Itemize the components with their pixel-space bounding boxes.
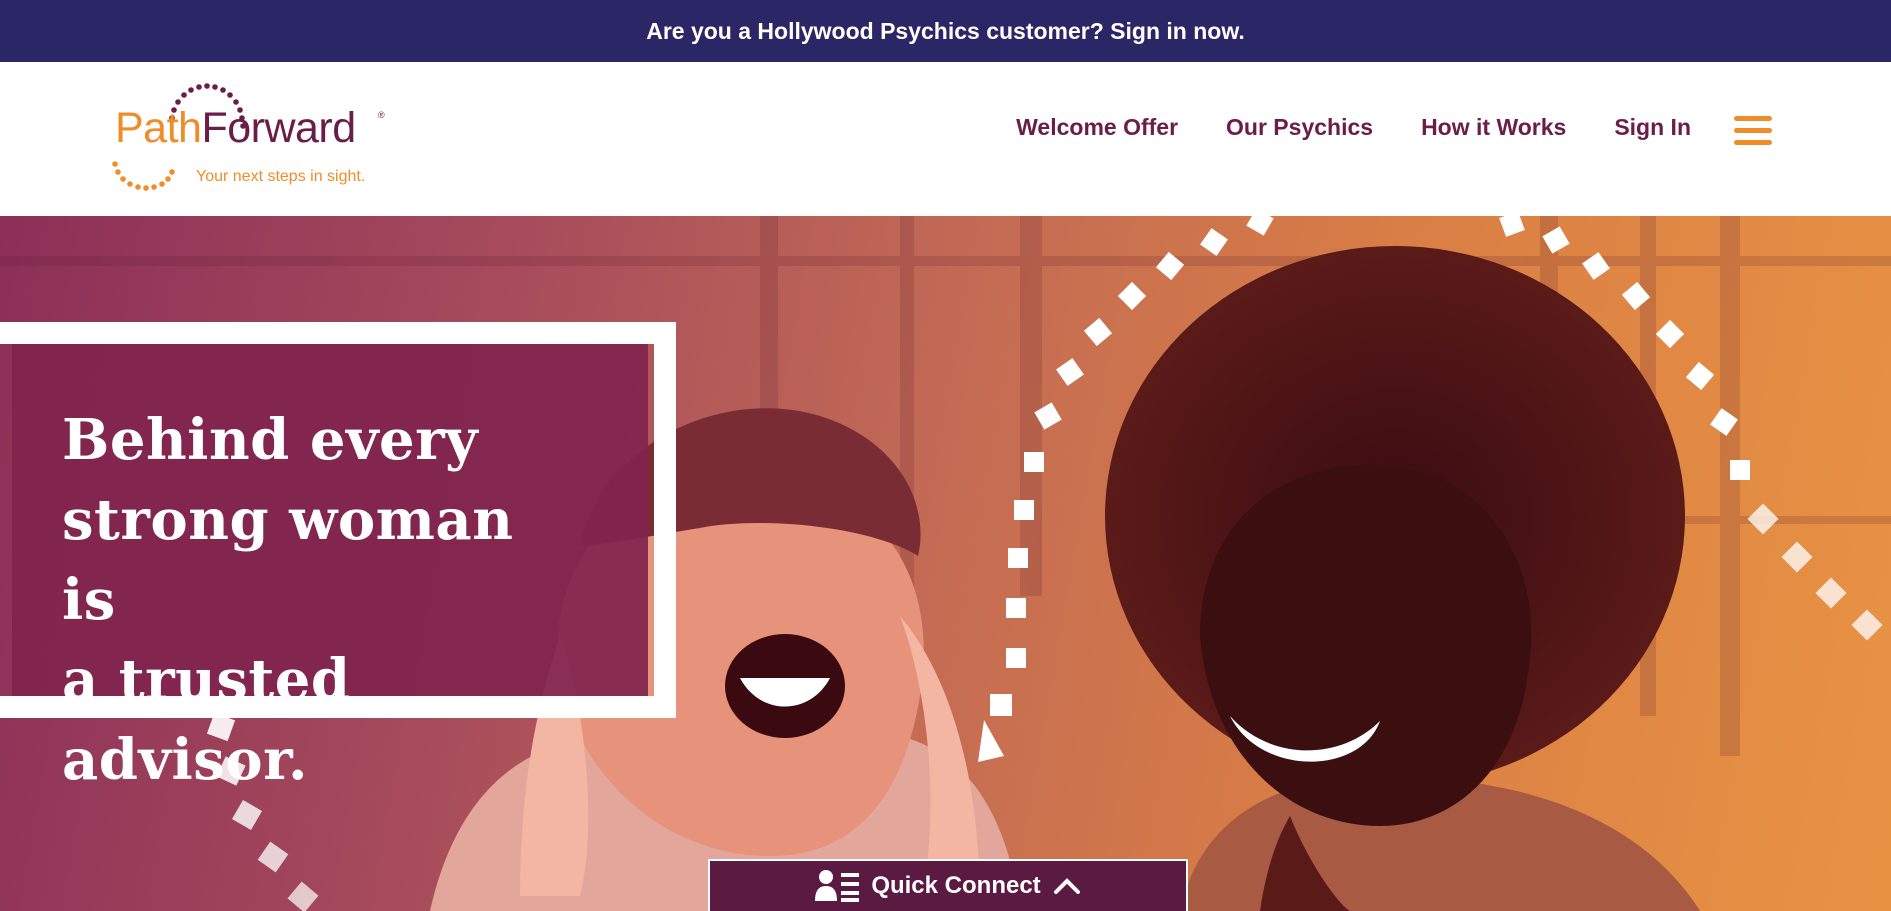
logo-word-forward: Forward bbox=[201, 104, 356, 152]
announcement-bar: Are you a Hollywood Psychics customer? S… bbox=[0, 0, 1891, 62]
nav-welcome-offer[interactable]: Welcome Offer bbox=[1016, 114, 1178, 141]
menu-bar-middle bbox=[1734, 128, 1772, 133]
menu-bar-bottom bbox=[1734, 140, 1772, 145]
page: Are you a Hollywood Psychics customer? S… bbox=[0, 0, 1891, 911]
right-woman-figure bbox=[1105, 246, 1700, 911]
customer-sign-in-link[interactable]: Are you a Hollywood Psychics customer? S… bbox=[646, 18, 1245, 45]
nav-how-it-works[interactable]: How it Works bbox=[1421, 114, 1566, 141]
menu-bar-top bbox=[1734, 116, 1772, 121]
chevron-up-icon bbox=[1053, 878, 1080, 894]
hero-headline: Behind every strong woman is a trusted a… bbox=[62, 400, 582, 800]
quick-connect-button[interactable]: Quick Connect bbox=[708, 859, 1188, 911]
site-header: PathForward ® Your next steps in sight. … bbox=[0, 62, 1891, 216]
logo-wordmark: PathForward bbox=[115, 104, 356, 153]
headline-line-1: Behind every bbox=[62, 407, 479, 473]
person-list-icon bbox=[815, 870, 860, 902]
logo-word-path: Path bbox=[115, 104, 202, 152]
headline-line-2: strong woman is bbox=[62, 487, 514, 633]
quick-connect-label: Quick Connect bbox=[871, 872, 1041, 899]
main-nav: Welcome Offer Our Psychics How it Works … bbox=[1016, 114, 1691, 141]
registered-mark: ® bbox=[378, 110, 385, 120]
nav-sign-in[interactable]: Sign In bbox=[1614, 114, 1691, 141]
logo-arc-dots-lower bbox=[112, 161, 175, 191]
menu-icon[interactable] bbox=[1734, 116, 1772, 146]
nav-our-psychics[interactable]: Our Psychics bbox=[1226, 114, 1373, 141]
logo-tagline: Your next steps in sight. bbox=[196, 168, 366, 185]
headline-line-3: a trusted advisor. bbox=[62, 647, 351, 793]
pathforward-logo[interactable]: PathForward ® Your next steps in sight. bbox=[112, 74, 392, 194]
